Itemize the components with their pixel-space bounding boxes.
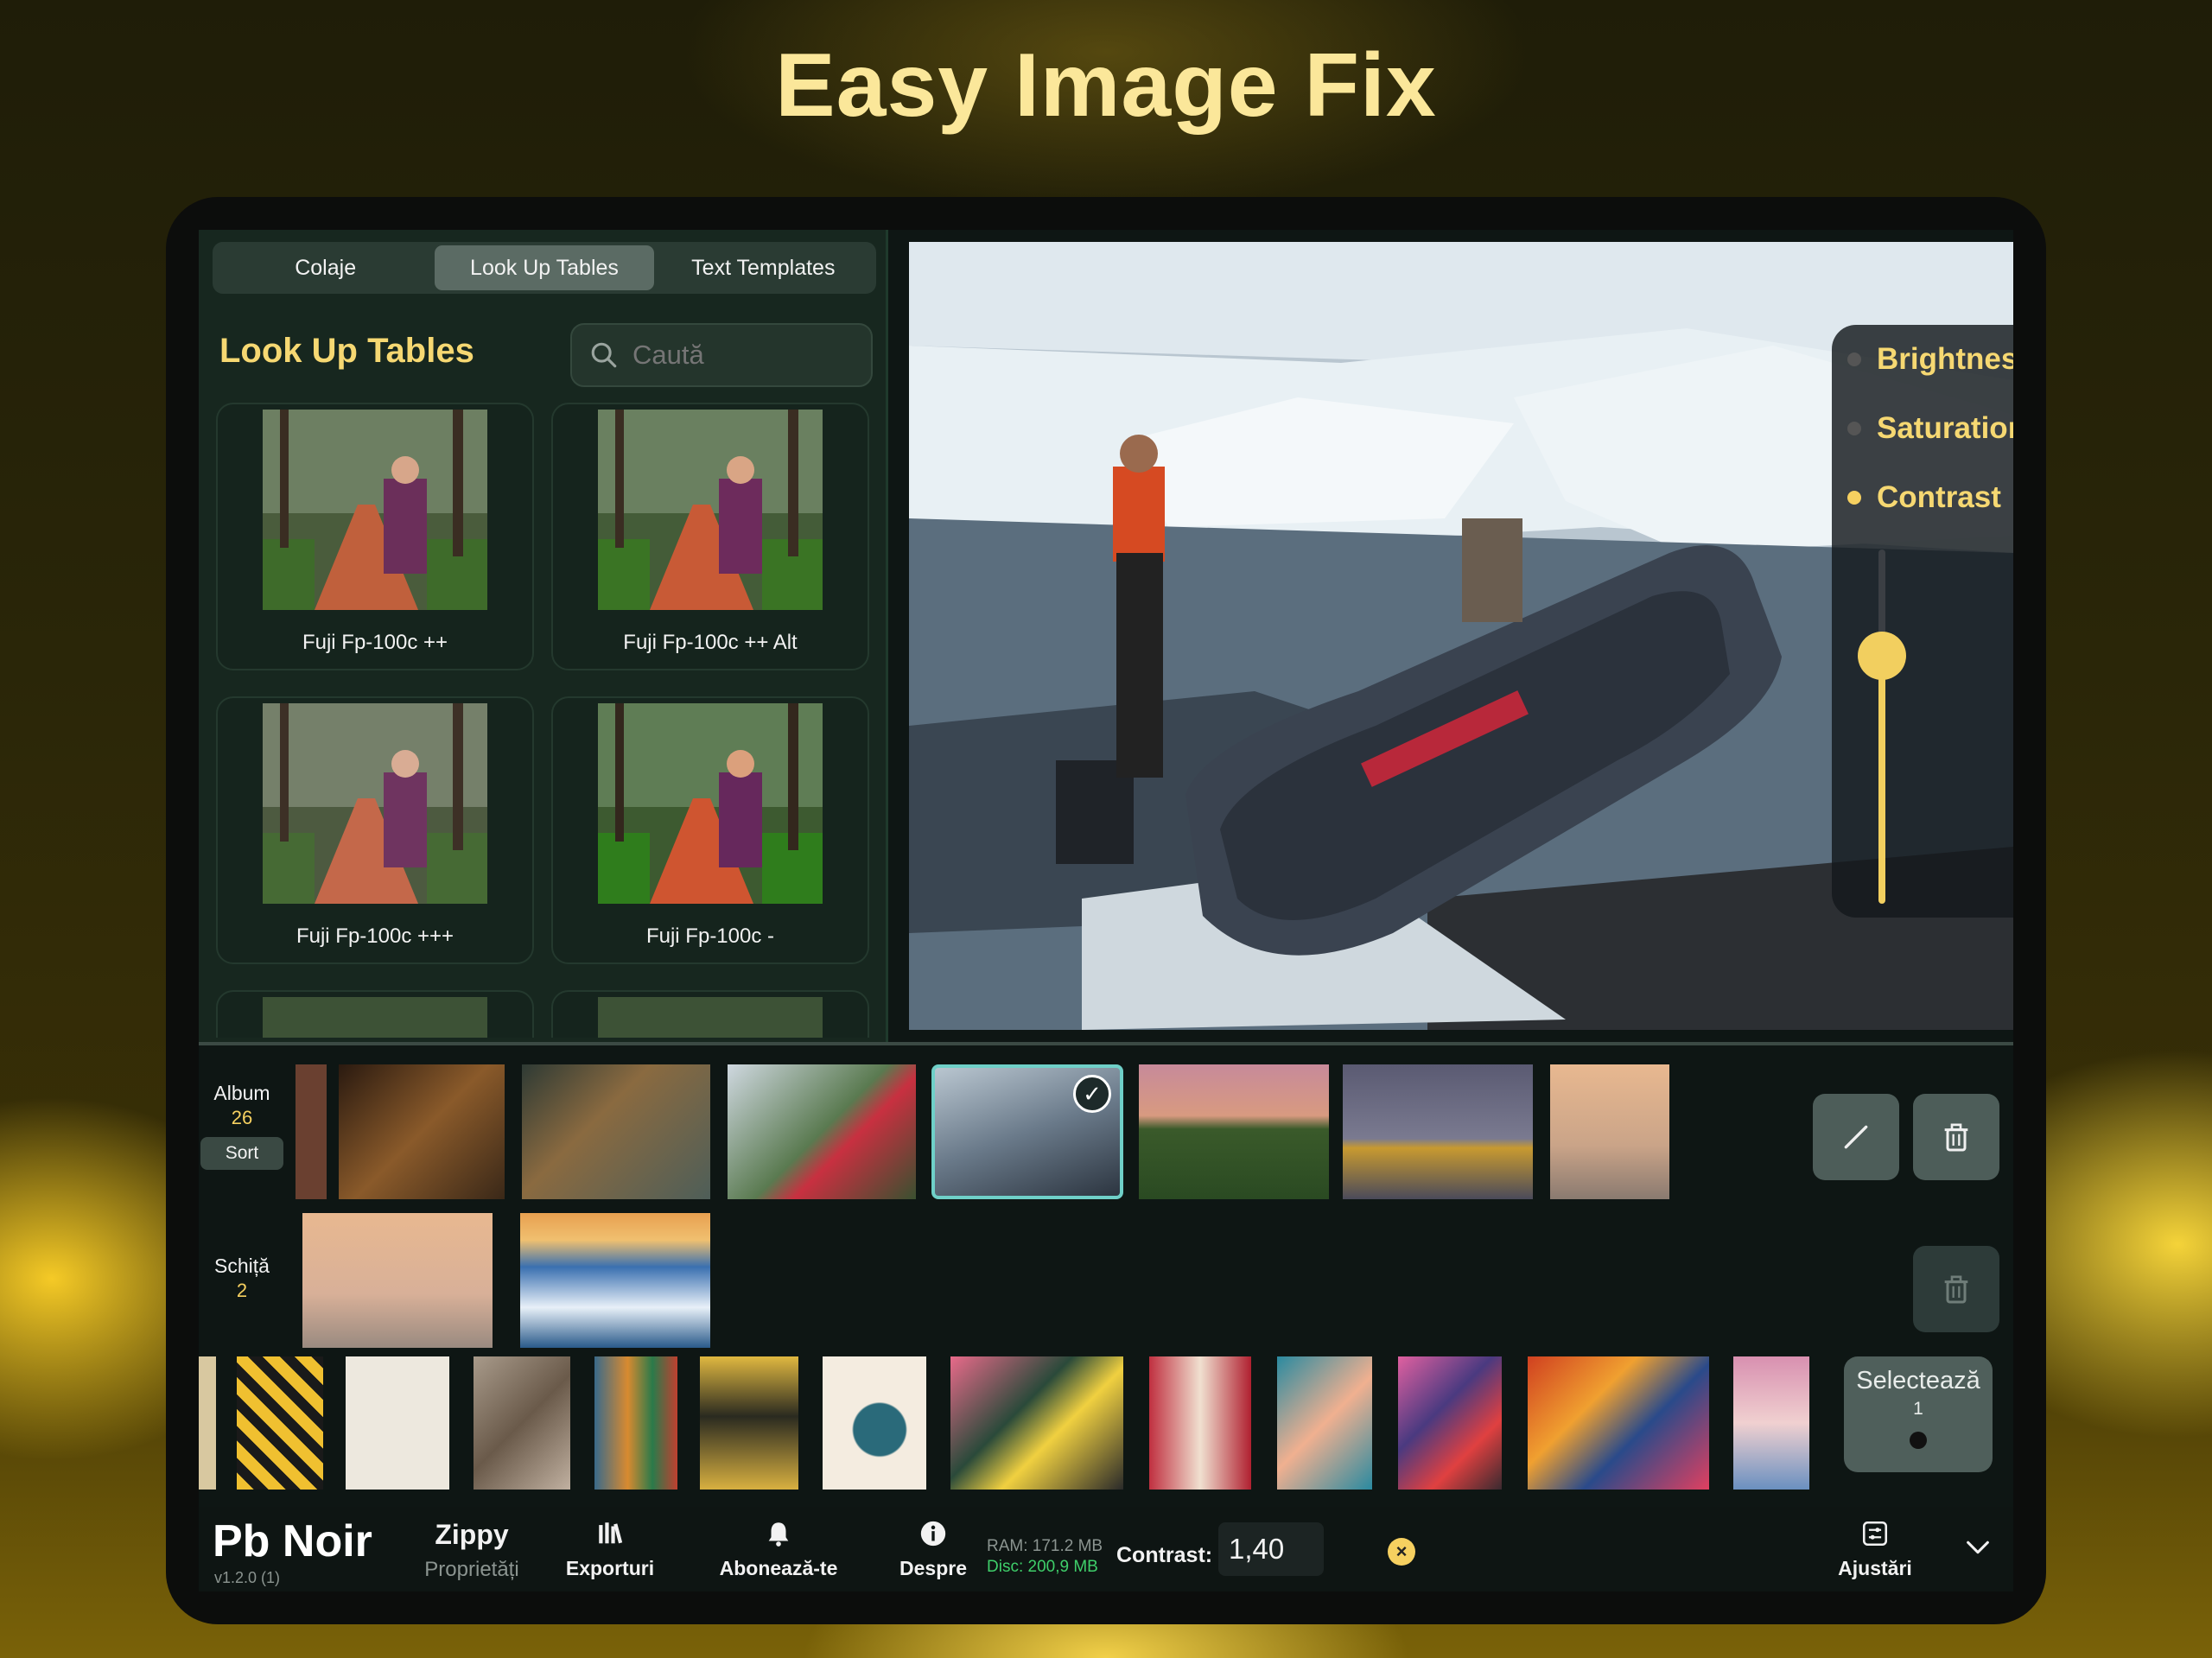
bottom-toolbar: Pb Noir v1.2.0 (1) Zippy Proprietăți Exp…: [199, 1507, 2013, 1591]
clear-icon[interactable]: ×: [1388, 1538, 1415, 1566]
adjustment-brightness[interactable]: Brightness: [1847, 342, 2013, 377]
art-thumbnail[interactable]: [474, 1356, 570, 1490]
tab-text-templates[interactable]: Text Templates: [654, 245, 873, 290]
sliders-icon: [1862, 1521, 1888, 1547]
album-photo-selected[interactable]: ✓: [931, 1064, 1123, 1199]
app-name: Pb Noir: [213, 1516, 372, 1566]
lut-tile[interactable]: [216, 990, 534, 1038]
album-photo[interactable]: [728, 1064, 916, 1199]
slider-knob[interactable]: [1858, 632, 1906, 680]
album-label: Album 26: [199, 1082, 285, 1129]
tablet-frame: Colaje Look Up Tables Text Templates Loo…: [166, 197, 2046, 1624]
search-icon: [591, 342, 617, 368]
album-photo[interactable]: [522, 1064, 710, 1199]
adjustment-contrast[interactable]: Contrast: [1847, 480, 2001, 515]
lut-tile[interactable]: Fuji Fp-100c ++ Alt: [551, 403, 869, 670]
app-version: v1.2.0 (1): [214, 1569, 281, 1586]
adjustment-indicator: [1847, 422, 1861, 435]
slider-fill: [1878, 656, 1885, 904]
lut-label: Fuji Fp-100c ++: [302, 631, 448, 654]
art-thumbnail[interactable]: [700, 1356, 798, 1490]
lut-tile[interactable]: Fuji Fp-100c -: [551, 696, 869, 964]
app-screen: Colaje Look Up Tables Text Templates Loo…: [199, 230, 2013, 1591]
about-button[interactable]: Despre: [873, 1517, 994, 1580]
lut-tile[interactable]: Fuji Fp-100c +++: [216, 696, 534, 964]
lut-grid: Fuji Fp-100c ++ Fuji Fp-100c ++ Alt Fuji…: [216, 403, 873, 1038]
art-thumbnail[interactable]: [823, 1356, 926, 1490]
memory-stats: RAM: 171.2 MB Disc: 200,9 MB: [987, 1536, 1103, 1578]
bell-icon: [768, 1522, 789, 1547]
lut-preview: [263, 410, 487, 610]
trash-icon: [1944, 1275, 1968, 1304]
album-count: 26: [231, 1107, 253, 1128]
divider: [199, 1042, 2013, 1045]
tab-look-up-tables[interactable]: Look Up Tables: [435, 245, 654, 290]
parameter-value-field[interactable]: 1,40: [1218, 1522, 1324, 1576]
lut-tile[interactable]: Fuji Fp-100c ++: [216, 403, 534, 670]
adjustments-button[interactable]: Ajustări: [1815, 1517, 1936, 1580]
lut-preview: [263, 997, 487, 1038]
art-thumbnail[interactable]: [594, 1356, 677, 1490]
selection-count: 1: [1913, 1399, 1923, 1419]
lut-label: Fuji Fp-100c +++: [296, 924, 454, 948]
lut-preview: [263, 703, 487, 904]
contrast-slider[interactable]: [1858, 549, 1906, 904]
sketch-photo[interactable]: [302, 1213, 493, 1348]
album-photo[interactable]: [1343, 1064, 1533, 1199]
sketch-strip: [302, 1213, 717, 1351]
adjustment-indicator: [1847, 353, 1861, 366]
lut-label: Fuji Fp-100c -: [645, 924, 775, 948]
art-thumbnail[interactable]: [1277, 1356, 1372, 1490]
lut-tile[interactable]: [551, 990, 869, 1038]
adjustment-saturation[interactable]: Saturation: [1847, 411, 2013, 446]
parameter-label: Contrast:: [1116, 1543, 1213, 1567]
edit-button[interactable]: [1813, 1094, 1899, 1180]
delete-sketch-button[interactable]: [1913, 1246, 1999, 1332]
lut-panel: Colaje Look Up Tables Text Templates Loo…: [199, 230, 888, 1044]
tab-colaje[interactable]: Colaje: [216, 245, 435, 290]
art-thumbnail[interactable]: [237, 1356, 323, 1490]
art-thumbnail[interactable]: [1733, 1356, 1809, 1490]
sort-button[interactable]: Sort: [200, 1137, 283, 1170]
delete-album-button[interactable]: [1913, 1094, 1999, 1180]
chevron-down-icon[interactable]: [1963, 1533, 1993, 1562]
art-thumbnail[interactable]: [346, 1356, 449, 1490]
disc-usage: Disc: 200,9 MB: [987, 1558, 1098, 1576]
search-box[interactable]: [570, 323, 873, 387]
album-strip: ✓: [296, 1064, 1782, 1199]
library-icon: [599, 1522, 623, 1544]
album-photo[interactable]: [1139, 1064, 1329, 1199]
sketch-label: Schiță 2: [199, 1255, 285, 1302]
album-photo[interactable]: [339, 1064, 505, 1199]
adjustment-indicator: [1847, 491, 1861, 505]
lut-preview: [598, 703, 823, 904]
album-photo[interactable]: [1550, 1064, 1669, 1199]
ram-usage: RAM: 171.2 MB: [987, 1537, 1103, 1555]
hero-title: Easy Image Fix: [775, 35, 1437, 136]
segmented-control: Colaje Look Up Tables Text Templates: [213, 242, 876, 294]
lut-preview: [598, 997, 823, 1038]
trash-icon: [1944, 1123, 1968, 1152]
art-thumbnail[interactable]: [1398, 1356, 1502, 1490]
panel-title: Look Up Tables: [219, 332, 474, 370]
adjustments-panel: Brightness Saturation Contrast: [1832, 325, 2013, 918]
checkmark-icon: ✓: [1073, 1075, 1111, 1113]
art-thumbnail[interactable]: [1528, 1356, 1709, 1490]
zippy-button[interactable]: Zippy Proprietăți: [403, 1517, 541, 1582]
lut-preview: [598, 410, 823, 610]
lut-label: Fuji Fp-100c ++ Alt: [623, 631, 798, 654]
select-button[interactable]: Selectează 1: [1844, 1356, 1993, 1472]
pencil-icon: [1844, 1125, 1868, 1149]
search-input[interactable]: [632, 340, 840, 371]
subscribe-button[interactable]: Abonează-te: [688, 1517, 869, 1580]
art-thumbnail[interactable]: [950, 1356, 1123, 1490]
exports-button[interactable]: Exporturi: [541, 1517, 679, 1580]
sketch-photo[interactable]: [520, 1213, 710, 1348]
sketch-count: 2: [236, 1280, 248, 1301]
art-thumbnail[interactable]: [199, 1356, 216, 1490]
album-photo[interactable]: [296, 1064, 327, 1199]
art-thumbnail[interactable]: [1149, 1356, 1251, 1490]
info-icon: [920, 1521, 946, 1547]
selection-indicator: [1910, 1432, 1927, 1449]
